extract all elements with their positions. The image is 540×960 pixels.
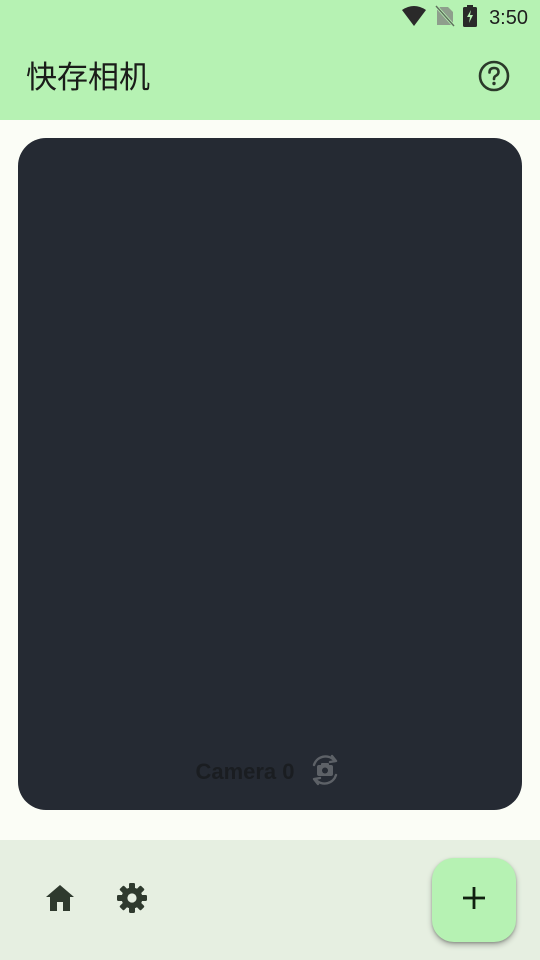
page-title: 快存相机 <box>26 60 150 96</box>
help-button[interactable] <box>474 58 514 98</box>
status-time: 3:50 <box>489 6 528 29</box>
settings-icon <box>116 882 148 918</box>
wifi-icon <box>401 5 427 31</box>
status-bar: 3:50 <box>0 0 540 36</box>
no-sim-icon <box>434 4 456 31</box>
battery-charging-icon <box>463 5 478 31</box>
camera-label: Camera 0 <box>195 759 295 784</box>
status-icons: 3:50 <box>401 4 528 31</box>
add-camera-button[interactable] <box>432 858 516 942</box>
switch-camera-icon <box>306 751 344 793</box>
settings-button[interactable] <box>112 880 152 920</box>
help-circle-icon <box>477 59 511 97</box>
home-button[interactable] <box>40 880 80 920</box>
switch-camera-button[interactable] <box>305 752 345 792</box>
camera-row: Camera 0 <box>18 752 522 792</box>
plus-icon <box>460 884 488 916</box>
home-icon <box>44 883 76 917</box>
app-bar: 快存相机 <box>0 36 540 120</box>
camera-preview[interactable]: Camera 0 <box>18 138 522 810</box>
